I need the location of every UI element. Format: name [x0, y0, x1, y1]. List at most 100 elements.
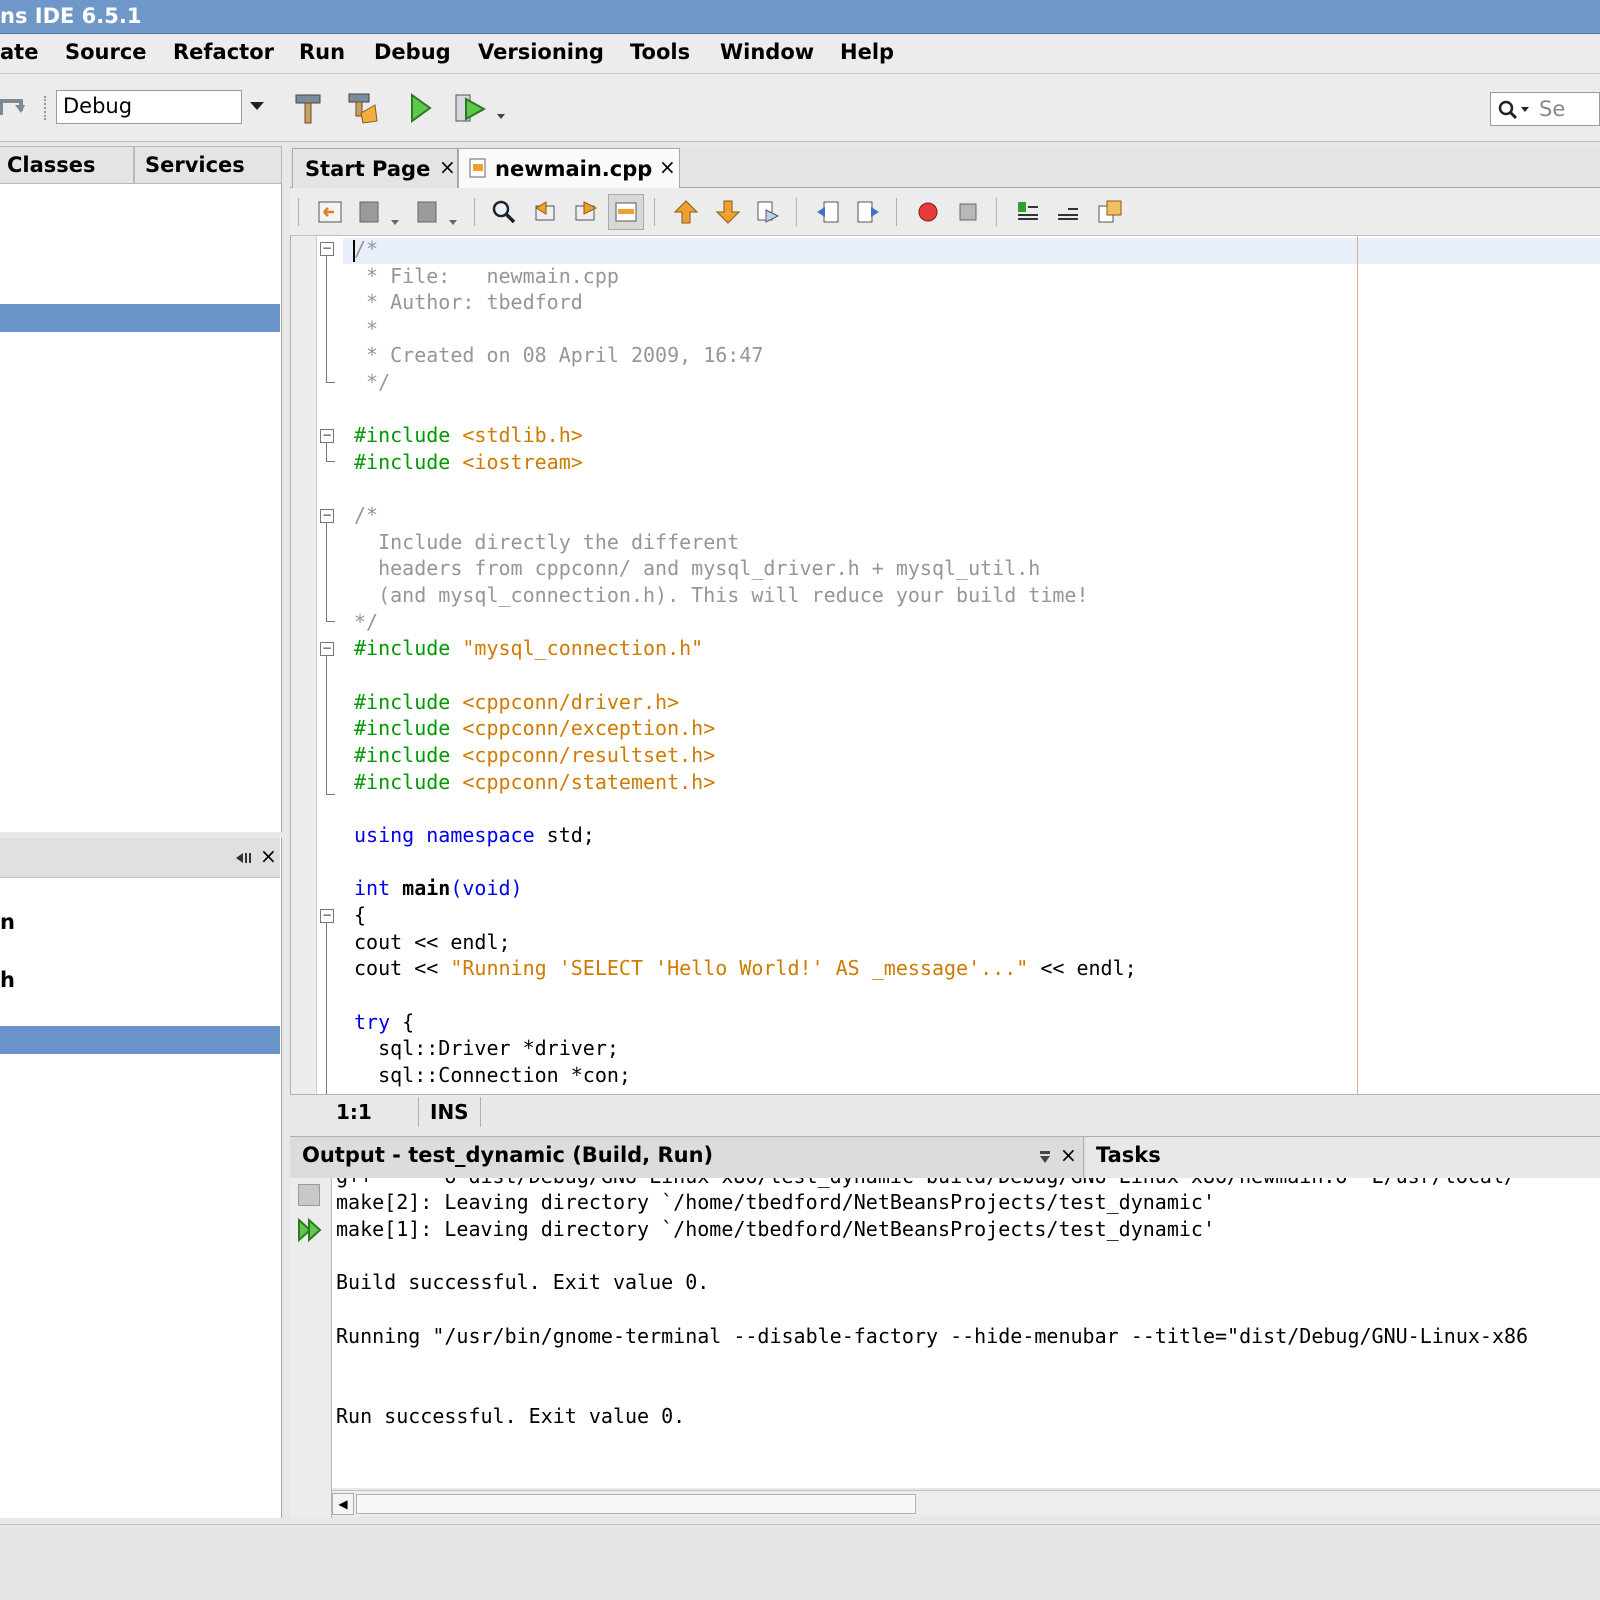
projects-panel: Classes Services — [0, 146, 282, 832]
scroll-left-icon[interactable]: ◀ — [332, 1493, 354, 1515]
fold-column: − − − − − — [317, 236, 343, 1094]
output-line: Run successful. Exit value 0. — [336, 1404, 686, 1428]
fold-line — [326, 621, 335, 622]
status-bar — [0, 1524, 1600, 1600]
code-line: */ — [354, 370, 391, 394]
fold-toggle-icon[interactable]: − — [320, 509, 334, 523]
tasks-label: Tasks — [1096, 1143, 1161, 1167]
navigator-panel: × n h — [0, 838, 282, 1518]
toggle-bookmark-icon[interactable] — [750, 194, 786, 230]
previous-bookmark-icon[interactable] — [668, 194, 704, 230]
code-line: { — [354, 903, 367, 927]
toggle-highlight-icon[interactable] — [608, 194, 644, 230]
fold-toggle-icon[interactable]: − — [320, 642, 334, 656]
code-line: #include "mysql_connection.h" — [354, 636, 704, 660]
diff-icon[interactable] — [1092, 194, 1128, 230]
close-icon[interactable]: × — [260, 844, 277, 868]
search-input[interactable]: Se — [1490, 92, 1600, 126]
stop-macro-icon[interactable] — [950, 194, 986, 230]
history-back-icon[interactable] — [352, 194, 388, 230]
tab-start-page[interactable]: Start Page × — [292, 148, 458, 188]
output-line: g++ -o dist/Debug/GNU-Linux-x86/test_dyn… — [336, 1178, 1516, 1188]
code-line: cout << endl; — [354, 930, 511, 954]
output-line: Build successful. Exit value 0. — [336, 1270, 710, 1294]
code-line: sql::Connection *con; — [354, 1063, 631, 1087]
tab-tasks[interactable]: Tasks — [1086, 1137, 1600, 1179]
find-previous-icon[interactable] — [528, 194, 564, 230]
shift-right-icon[interactable] — [850, 194, 886, 230]
output-title: Output - test_dynamic (Build, Run) — [302, 1143, 714, 1167]
code-line: #include <cppconn/resultset.h> — [354, 743, 716, 767]
shift-left-icon[interactable] — [810, 194, 846, 230]
back-icon[interactable] — [312, 194, 348, 230]
rerun-icon[interactable] — [296, 1216, 324, 1244]
code-line: /* — [354, 237, 379, 261]
chevron-down-icon[interactable] — [448, 208, 458, 232]
menu-tools[interactable]: Tools — [630, 40, 690, 64]
menu-debug[interactable]: Debug — [374, 40, 451, 64]
fold-line — [326, 256, 327, 382]
scrollbar-thumb[interactable] — [356, 1494, 916, 1514]
start-macro-icon[interactable] — [910, 194, 946, 230]
tab-classes[interactable]: Classes — [0, 146, 134, 184]
toolbar-separator — [996, 198, 997, 226]
selected-tree-row[interactable] — [0, 304, 280, 332]
editor-status-bar: 1:1 INS — [290, 1094, 1600, 1128]
comment-icon[interactable] — [1010, 194, 1046, 230]
fold-toggle-icon[interactable]: − — [320, 429, 334, 443]
configuration-select[interactable]: Debug — [56, 90, 242, 124]
stop-icon[interactable] — [298, 1184, 320, 1206]
fold-toggle-icon[interactable]: − — [320, 242, 334, 256]
menu-window[interactable]: Window — [720, 40, 814, 64]
fold-line — [326, 923, 327, 1094]
horizontal-scrollbar[interactable]: ◀ — [332, 1490, 1600, 1516]
line-gutter — [291, 236, 317, 1094]
fold-line — [326, 656, 327, 794]
code-line: * — [354, 317, 379, 341]
menu-bar: ate Source Refactor Run Debug Versioning… — [0, 34, 1600, 74]
pin-icon[interactable] — [1038, 1149, 1052, 1167]
close-icon[interactable]: × — [1060, 1143, 1077, 1167]
menu-run[interactable]: Run — [299, 40, 345, 64]
code-line: * File: newmain.cpp — [354, 264, 619, 288]
output-console[interactable]: g++ -o dist/Debug/GNU-Linux-x86/test_dyn… — [332, 1178, 1600, 1488]
uncomment-icon[interactable] — [1050, 194, 1086, 230]
navigator-row[interactable]: n — [0, 910, 15, 934]
chevron-down-icon[interactable] — [248, 96, 266, 116]
code-line: using namespace std; — [354, 823, 595, 847]
toolbar-separator — [298, 198, 299, 226]
debug-run-icon[interactable] — [454, 90, 490, 126]
navigator-row[interactable]: h — [0, 968, 15, 992]
next-bookmark-icon[interactable] — [710, 194, 746, 230]
search-placeholder: Se — [1539, 97, 1566, 121]
hammer-build-icon[interactable] — [290, 90, 326, 126]
chevron-down-icon[interactable] — [496, 102, 506, 126]
status-separator — [418, 1097, 419, 1127]
tab-label: newmain.cpp — [495, 157, 653, 181]
run-icon[interactable] — [402, 90, 438, 126]
menu-versioning[interactable]: Versioning — [478, 40, 604, 64]
tab-newmain-cpp[interactable]: newmain.cpp × — [458, 148, 680, 188]
code-line: #include <stdlib.h> — [354, 423, 583, 447]
fold-toggle-icon[interactable]: − — [320, 909, 334, 923]
selected-navigator-row[interactable] — [0, 1026, 280, 1054]
close-icon[interactable]: × — [439, 155, 456, 179]
toolbar-separator — [654, 198, 655, 226]
undo-icon[interactable] — [0, 90, 30, 126]
tab-output[interactable]: Output - test_dynamic (Build, Run) × — [290, 1137, 1084, 1179]
chevron-down-icon[interactable] — [390, 208, 400, 232]
menu-refactor[interactable]: Refactor — [173, 40, 274, 64]
minimize-icon[interactable] — [234, 850, 252, 866]
menu-source[interactable]: Source — [65, 40, 147, 64]
history-forward-icon[interactable] — [410, 194, 446, 230]
menu-navigate[interactable]: ate — [0, 40, 38, 64]
code-line: * Created on 08 April 2009, 16:47 — [354, 343, 764, 367]
find-icon[interactable] — [486, 194, 522, 230]
code-editor[interactable]: − − − − − /* * File: newmain.cpp * Autho… — [290, 236, 1600, 1094]
find-next-icon[interactable] — [568, 194, 604, 230]
tab-services[interactable]: Services — [134, 146, 282, 184]
editor-tab-bar: Start Page × newmain.cpp × — [290, 146, 1600, 188]
clean-build-icon[interactable] — [344, 90, 380, 126]
menu-help[interactable]: Help — [840, 40, 894, 64]
close-icon[interactable]: × — [659, 155, 676, 179]
